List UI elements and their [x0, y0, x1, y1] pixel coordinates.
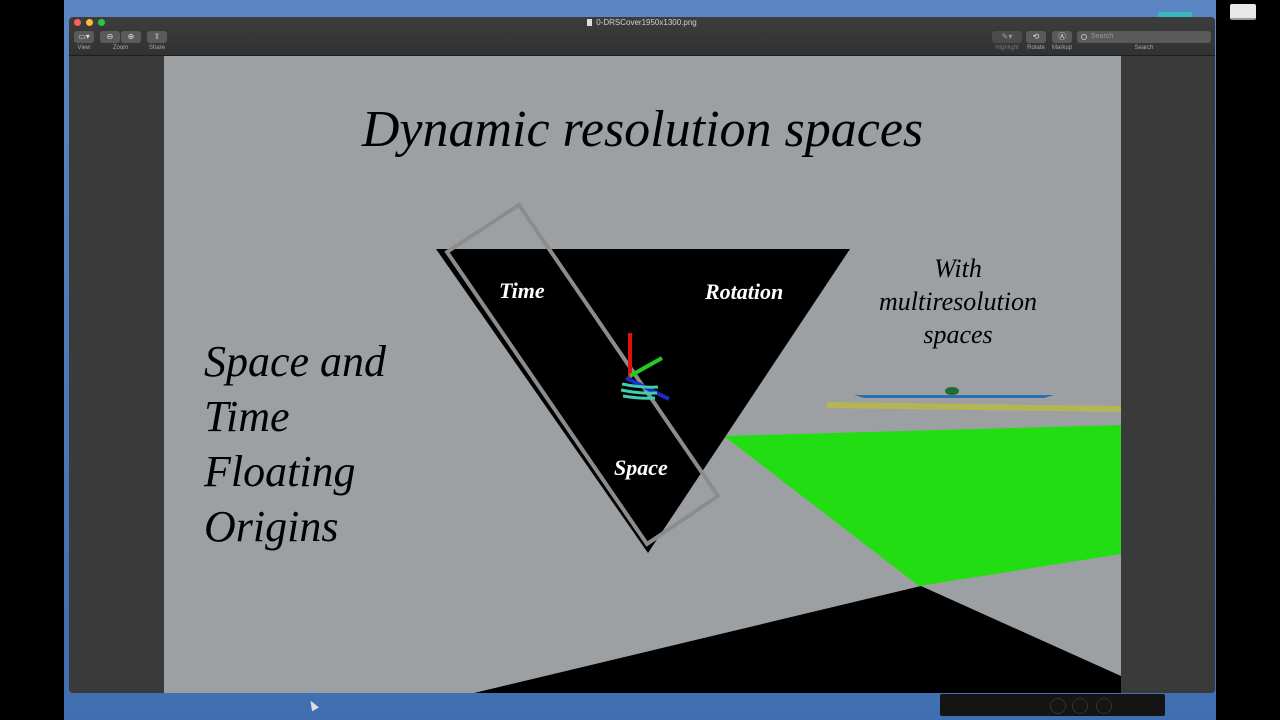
dock-item-icon[interactable] — [1050, 698, 1066, 714]
blue-plane — [854, 395, 1054, 398]
document-viewer: Dynamic resolution spaces Space and Time… — [69, 56, 1215, 693]
search-icon — [1081, 34, 1087, 40]
rotate-button[interactable]: ⟲ — [1026, 31, 1046, 43]
zoom-out-icon: ⊖ — [106, 32, 114, 41]
side-line: Space and — [204, 337, 387, 386]
slide-title: Dynamic resolution spaces — [361, 101, 924, 158]
highlight-button[interactable]: ✎▾ — [992, 31, 1022, 43]
zoom-label: Zoom — [112, 45, 129, 51]
markup-label: Markup — [1051, 45, 1072, 51]
side-line: Floating — [204, 447, 356, 496]
multi-line: multiresolution — [879, 287, 1037, 316]
zoom-in-button[interactable]: ⊕ — [121, 31, 141, 43]
share-label: Share — [148, 45, 165, 51]
zoom-in-icon: ⊕ — [127, 32, 135, 41]
window-titlebar: 0-DRSCover1950x1300.png ▭▾ View ⊖ ⊕ Zoom… — [69, 17, 1215, 56]
markup-button[interactable]: Ⓐ — [1052, 31, 1072, 43]
share-icon: ⇪ — [153, 32, 161, 41]
side-line: Origins — [204, 502, 339, 551]
zoom-out-button[interactable]: ⊖ — [100, 31, 120, 43]
document-icon — [587, 19, 593, 26]
dock-item-icon[interactable] — [1096, 698, 1112, 714]
share-button[interactable]: ⇪ — [147, 31, 167, 43]
label-space: Space — [614, 455, 668, 480]
multiresolution-text: With multiresolution spaces — [848, 252, 1068, 351]
view-button[interactable]: ▭▾ — [74, 31, 94, 43]
slide-image: Dynamic resolution spaces Space and Time… — [164, 56, 1121, 693]
label-rotation: Rotation — [705, 279, 784, 304]
search-label: Search — [1134, 45, 1154, 51]
sidebar-icon: ▭▾ — [78, 32, 90, 41]
yellow-plane — [827, 402, 1121, 412]
view-label: View — [77, 45, 91, 51]
desktop-drive-icon[interactable] — [1230, 4, 1256, 20]
rotate-label: Rotate — [1027, 45, 1045, 51]
multi-line: With — [934, 254, 982, 283]
multi-line: spaces — [923, 320, 993, 349]
side-line: Time — [204, 392, 290, 441]
dome-marker — [945, 387, 959, 395]
search-input[interactable]: Search — [1077, 31, 1211, 43]
dock-item-icon[interactable] — [1072, 698, 1088, 714]
markup-icon: Ⓐ — [1058, 32, 1066, 41]
highlighter-icon: ✎▾ — [1001, 32, 1013, 41]
label-time: Time — [499, 278, 545, 303]
green-plane — [724, 425, 1121, 586]
space-time-text: Space and Time Floating Origins — [204, 334, 464, 554]
black-ground-plane — [474, 586, 1121, 693]
dock-strip — [940, 694, 1165, 716]
rotate-icon: ⟲ — [1032, 32, 1040, 41]
window-title: 0-DRSCover1950x1300.png — [69, 18, 1215, 27]
highlight-label: Highlight — [995, 45, 1019, 51]
preview-window: 0-DRSCover1950x1300.png ▭▾ View ⊖ ⊕ Zoom… — [69, 17, 1215, 693]
